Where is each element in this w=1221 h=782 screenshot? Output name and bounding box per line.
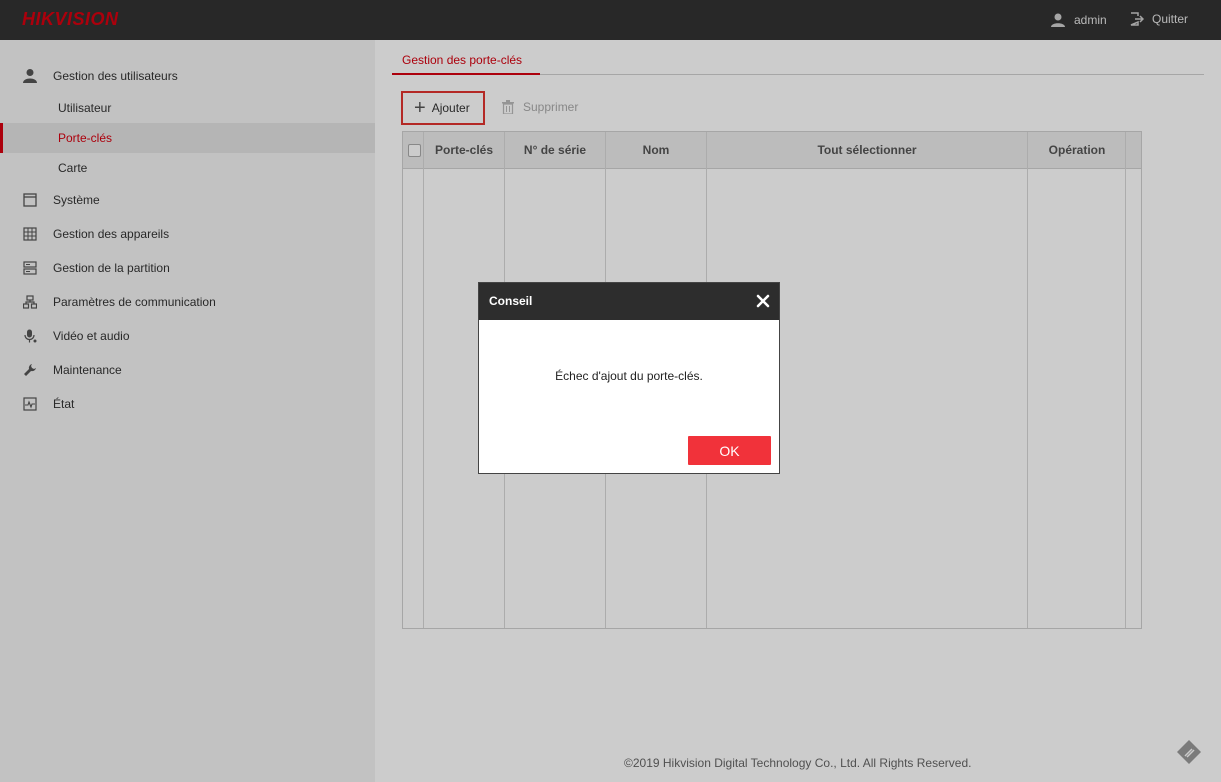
ok-button[interactable]: OK [688,436,771,465]
tip-dialog: Conseil Échec d'ajout du porte-clés. OK [478,282,780,474]
dialog-title: Conseil [489,294,533,308]
dialog-header: Conseil [479,283,779,320]
dialog-message: Échec d'ajout du porte-clés. [555,369,703,383]
close-icon[interactable] [755,293,771,309]
